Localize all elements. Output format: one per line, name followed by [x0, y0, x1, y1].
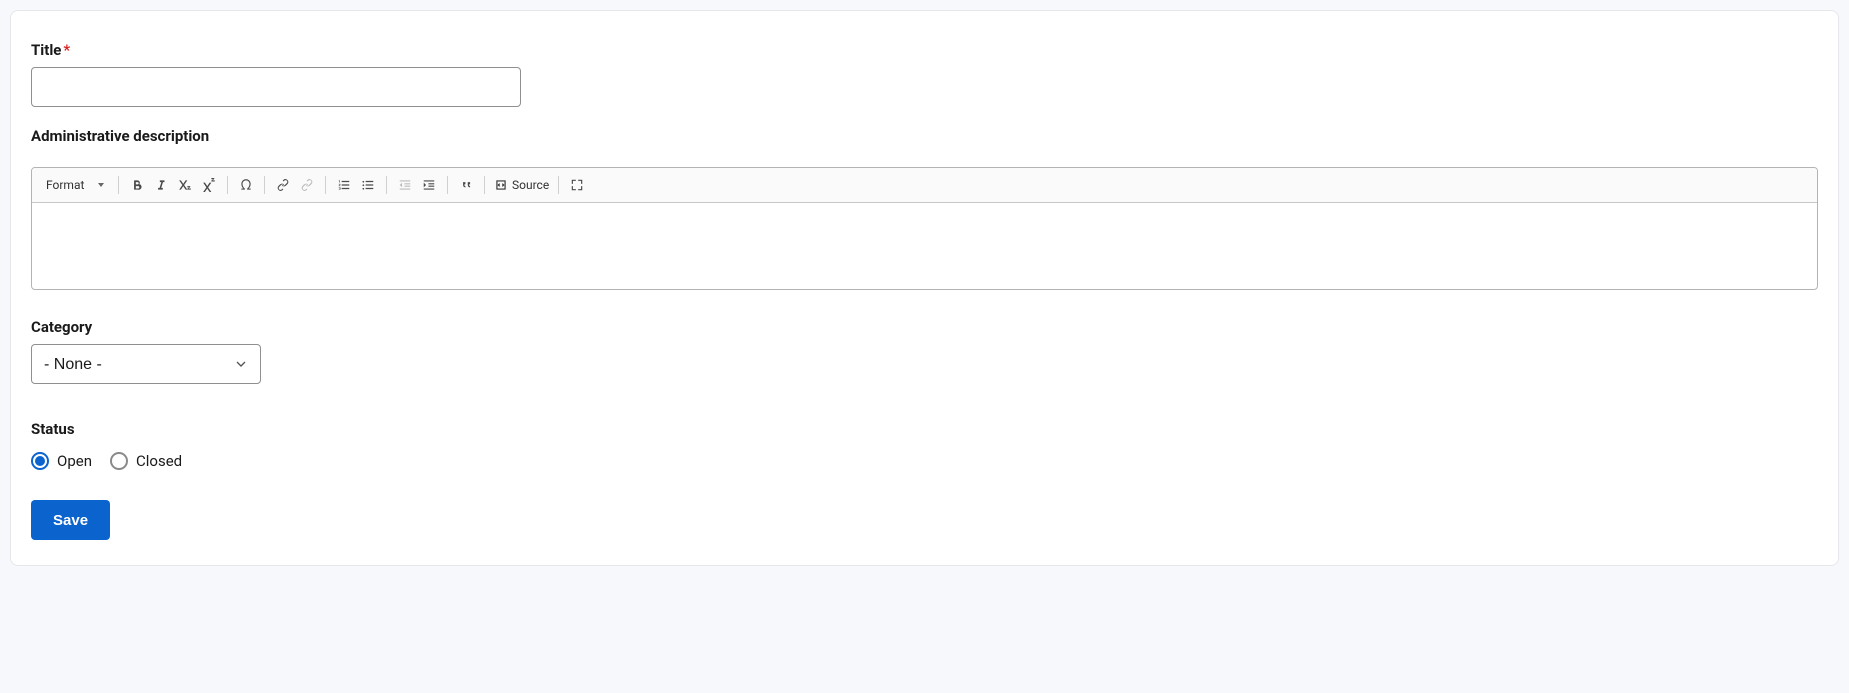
- ordered-list-icon: [337, 178, 351, 192]
- status-closed-radio[interactable]: Closed: [110, 452, 182, 470]
- save-button[interactable]: Save: [31, 500, 110, 540]
- rte-toolbar: Format: [32, 168, 1817, 203]
- separator: [447, 176, 448, 194]
- category-select[interactable]: - None -: [31, 344, 261, 384]
- required-marker: *: [63, 41, 70, 59]
- unlink-button[interactable]: [295, 173, 319, 197]
- status-open-label: Open: [57, 452, 92, 470]
- form-card: Title* Administrative description Format: [10, 10, 1839, 566]
- subscript-icon: [178, 178, 192, 192]
- source-icon: [494, 178, 508, 192]
- rich-text-editor: Format: [31, 167, 1818, 290]
- unlink-icon: [300, 178, 314, 192]
- link-icon: [276, 178, 290, 192]
- status-closed-label: Closed: [136, 452, 182, 470]
- italic-button[interactable]: [149, 173, 173, 197]
- title-label-text: Title: [31, 41, 61, 59]
- unordered-list-button[interactable]: [356, 173, 380, 197]
- separator: [325, 176, 326, 194]
- description-input[interactable]: [32, 203, 1817, 289]
- bold-button[interactable]: [125, 173, 149, 197]
- special-char-button[interactable]: [234, 173, 258, 197]
- description-field: Administrative description Format: [31, 127, 1818, 290]
- outdent-icon: [398, 178, 412, 192]
- status-open-radio[interactable]: Open: [31, 452, 92, 470]
- bold-icon: [130, 178, 144, 192]
- title-input[interactable]: [31, 67, 521, 107]
- indent-icon: [422, 178, 436, 192]
- indent-button[interactable]: [417, 173, 441, 197]
- separator: [484, 176, 485, 194]
- category-select-wrap: - None -: [31, 344, 261, 384]
- omega-icon: [239, 178, 253, 192]
- source-label: Source: [512, 178, 549, 192]
- separator: [558, 176, 559, 194]
- format-dropdown-label: Format: [46, 178, 84, 192]
- status-label: Status: [31, 420, 75, 438]
- title-label: Title*: [31, 41, 70, 59]
- maximize-icon: [570, 178, 584, 192]
- status-field: Status Open Closed: [31, 420, 1818, 470]
- blockquote-icon: [459, 178, 473, 192]
- separator: [227, 176, 228, 194]
- separator: [386, 176, 387, 194]
- unordered-list-icon: [361, 178, 375, 192]
- category-field: Category - None -: [31, 318, 1818, 384]
- blockquote-button[interactable]: [454, 173, 478, 197]
- separator: [118, 176, 119, 194]
- ordered-list-button[interactable]: [332, 173, 356, 197]
- radio-dot-icon: [110, 452, 128, 470]
- maximize-button[interactable]: [565, 173, 589, 197]
- status-radiogroup: Open Closed: [31, 452, 1818, 470]
- superscript-button[interactable]: [197, 173, 221, 197]
- italic-icon: [154, 178, 168, 192]
- format-dropdown[interactable]: Format: [38, 174, 108, 196]
- title-field: Title*: [31, 41, 1818, 107]
- radio-dot-icon: [31, 452, 49, 470]
- separator: [264, 176, 265, 194]
- description-label: Administrative description: [31, 127, 209, 145]
- link-button[interactable]: [271, 173, 295, 197]
- source-button[interactable]: Source: [491, 173, 552, 197]
- subscript-button[interactable]: [173, 173, 197, 197]
- superscript-icon: [202, 178, 216, 192]
- outdent-button[interactable]: [393, 173, 417, 197]
- category-label: Category: [31, 318, 92, 336]
- chevron-down-icon: [98, 183, 104, 187]
